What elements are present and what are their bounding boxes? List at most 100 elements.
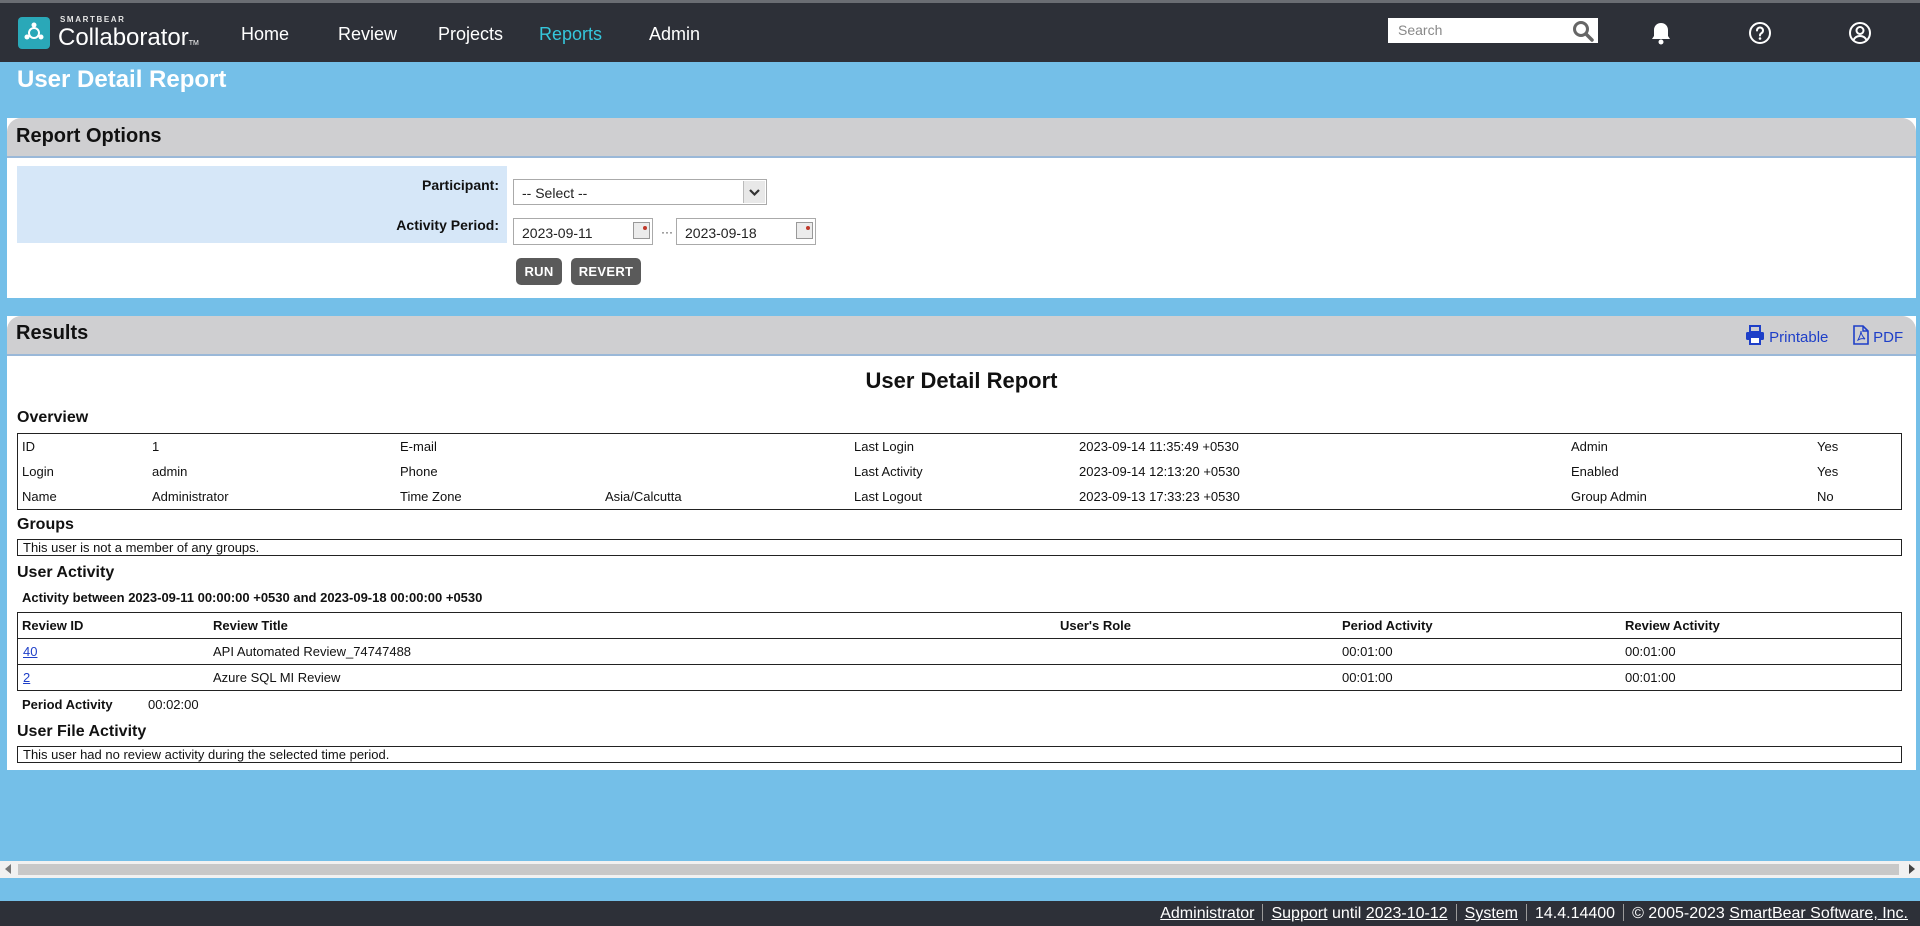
row-divider (18, 638, 1901, 639)
printable-label: Printable (1769, 329, 1829, 346)
nav-reports[interactable]: Reports (539, 3, 602, 65)
overview-table: ID 1 E-mail Last Login 2023-09-14 11:35:… (17, 433, 1902, 510)
logo-tm: TM (188, 40, 199, 47)
report-options-header: Report Options (7, 118, 1916, 158)
footer-bar: Administrator Support until 2023-10-12 Sys… (0, 901, 1920, 926)
logo-brand-small: SMARTBEAR (60, 15, 126, 24)
logo-mark-icon (18, 17, 50, 49)
nav-projects[interactable]: Projects (438, 3, 503, 65)
footer-user-link[interactable]: Administrator (1160, 905, 1254, 922)
pdf-label: PDF (1873, 329, 1904, 346)
overview-value-login: admin (152, 464, 188, 479)
overview-label-admin: Admin (1571, 439, 1608, 454)
overview-label-last-logout: Last Logout (854, 489, 922, 504)
search-input[interactable] (1388, 18, 1568, 41)
overview-label-last-activity: Last Activity (854, 464, 923, 479)
report-title: User Detail Report (865, 368, 1058, 393)
period-activity-cell: 00:01:00 (1342, 644, 1393, 659)
printable-link[interactable]: Printable (1745, 325, 1828, 346)
calendar-icon[interactable] (796, 222, 813, 239)
nav-admin[interactable]: Admin (649, 3, 700, 65)
bell-icon[interactable] (1650, 21, 1672, 50)
date-range-separator: ··· (661, 225, 673, 239)
logo-brand-name: CollaboratorTM (58, 24, 199, 51)
date-to-field[interactable]: 2023-09-18 (676, 218, 816, 245)
footer-separator (1455, 904, 1457, 921)
footer-separator (1262, 904, 1264, 921)
overview-label-time-zone: Time Zone (400, 489, 462, 504)
help-icon[interactable] (1748, 21, 1772, 50)
groups-note: This user is not a member of any groups. (23, 540, 260, 555)
col-review-activity: Review Activity (1625, 618, 1720, 633)
col-review-id: Review ID (22, 618, 84, 633)
top-navigation-bar: SMARTBEAR CollaboratorTM Home Review Pro… (0, 0, 1920, 62)
overview-heading: Overview (17, 409, 89, 426)
footer-company-link[interactable]: SmartBear Software, Inc. (1729, 905, 1908, 922)
row-divider (18, 664, 1901, 665)
review-id-link[interactable]: 2 (23, 670, 30, 685)
horizontal-scrollbar[interactable] (0, 861, 1920, 878)
pdf-icon (1853, 325, 1869, 345)
footer-text: Administrator Support until 2023-10-12 Sys… (1160, 904, 1908, 923)
overview-label-group-admin: Group Admin (1571, 489, 1647, 504)
options-label-column: Participant: Activity Period: (17, 166, 507, 243)
footer-separator (1525, 904, 1527, 921)
overview-value-name: Administrator (152, 489, 229, 504)
pdf-link[interactable]: PDF (1853, 325, 1903, 346)
user-activity-table: Review ID Review Title User's Role Perio… (17, 612, 1902, 691)
overview-label-name: Name (22, 489, 57, 504)
search-icon[interactable] (1572, 20, 1594, 47)
search-box (1388, 18, 1598, 43)
file-activity-box: This user had no review activity during … (17, 746, 1902, 763)
results-header: Results Printable PDF (7, 316, 1916, 356)
user-activity-heading: User Activity (17, 564, 115, 581)
overview-label-last-login: Last Login (854, 439, 914, 454)
participant-select[interactable]: -- Select -- (513, 179, 767, 205)
participant-select-value: -- Select -- (522, 185, 588, 201)
revert-button[interactable]: REVERT (571, 258, 641, 285)
footer-system-link[interactable]: System (1465, 905, 1518, 922)
activity-caption: Activity between 2023-09-11 00:00:00 +05… (22, 590, 483, 605)
footer-support-link[interactable]: Support (1271, 905, 1327, 922)
overview-value-last-activity: 2023-09-14 12:13:20 +0530 (1079, 464, 1240, 479)
calendar-icon[interactable] (633, 222, 650, 239)
footer-support-date-link[interactable]: 2023-10-12 (1366, 905, 1448, 922)
results-title: Results (16, 322, 89, 344)
report-options-title: Report Options (16, 125, 162, 147)
overview-value-last-login: 2023-09-14 11:35:49 +0530 (1079, 439, 1239, 454)
groups-box: This user is not a member of any groups. (17, 539, 1902, 556)
results-panel: Results Printable PDF User Detail Report… (7, 316, 1916, 770)
overview-value-enabled: Yes (1817, 464, 1839, 479)
overview-value-id: 1 (152, 439, 160, 454)
overview-value-group-admin: No (1817, 489, 1834, 504)
col-review-title: Review Title (213, 618, 288, 633)
review-id-link[interactable]: 40 (23, 644, 37, 659)
review-activity-cell: 00:01:00 (1625, 670, 1676, 685)
overview-value-last-logout: 2023-09-13 17:33:23 +0530 (1079, 489, 1240, 504)
scroll-right-arrow-icon[interactable] (1909, 864, 1915, 874)
overview-label-phone: Phone (400, 464, 438, 479)
overview-label-enabled: Enabled (1571, 464, 1619, 479)
page-title: User Detail Report (17, 66, 227, 93)
review-title-cell: Azure SQL MI Review (213, 670, 341, 685)
review-activity-cell: 00:01:00 (1625, 644, 1676, 659)
overview-value-admin: Yes (1817, 439, 1839, 454)
scroll-left-arrow-icon[interactable] (5, 864, 11, 874)
groups-heading: Groups (17, 516, 74, 533)
footer-separator (1623, 904, 1625, 921)
activity-period-label: Activity Period: (396, 217, 499, 233)
nav-home[interactable]: Home (241, 3, 289, 65)
scrollbar-thumb[interactable] (18, 864, 1899, 875)
footer-copyright: © 2005-2023 (1632, 905, 1725, 922)
period-activity-total-value: 00:02:00 (148, 697, 199, 712)
nav-review[interactable]: Review (338, 3, 397, 65)
chevron-down-icon (743, 181, 765, 203)
run-button[interactable]: RUN (516, 258, 562, 285)
overview-value-time-zone: Asia/Calcutta (605, 489, 682, 504)
date-from-field[interactable]: 2023-09-11 (513, 218, 653, 245)
date-from-value: 2023-09-11 (522, 225, 593, 241)
overview-label-id: ID (22, 439, 35, 454)
file-activity-note: This user had no review activity during … (23, 747, 390, 762)
user-icon[interactable] (1848, 21, 1872, 50)
participant-label: Participant: (421, 177, 499, 193)
